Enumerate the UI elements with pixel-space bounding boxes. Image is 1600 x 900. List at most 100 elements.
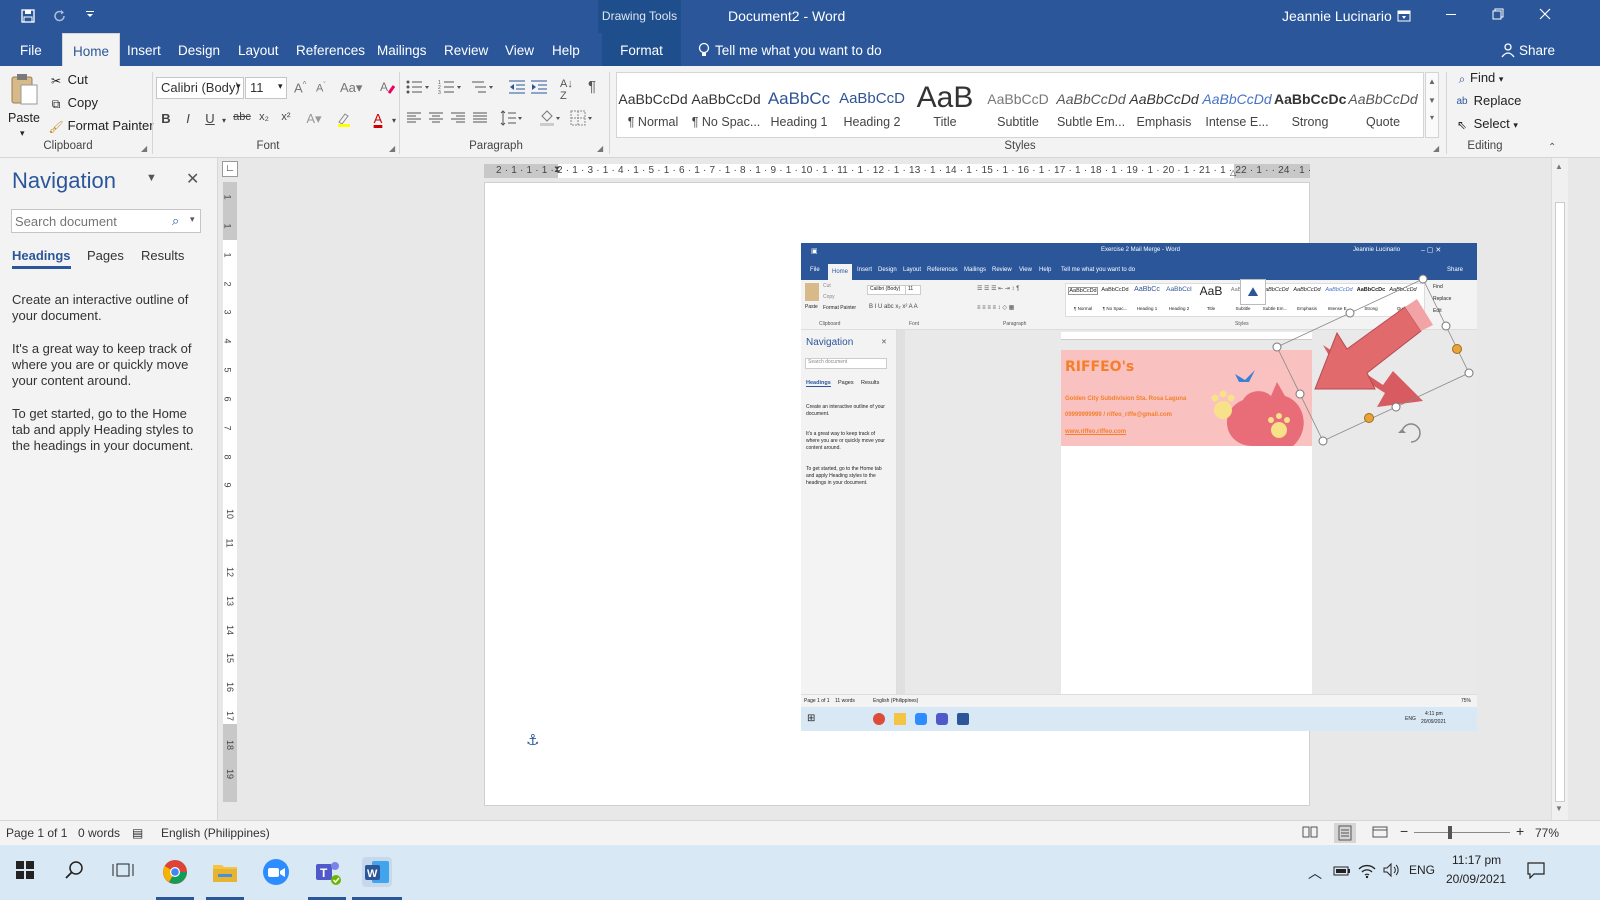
tab-review[interactable]: Review (434, 33, 498, 66)
search-options-dropdown-icon[interactable]: ▾ (190, 214, 195, 225)
tab-layout[interactable]: Layout (228, 33, 289, 66)
show-hidden-icons-icon[interactable]: ︿ (1308, 863, 1322, 883)
style-no-spacing[interactable]: AaBbCcDd ¶ No Spac... (690, 83, 762, 141)
font-color-dropdown-icon[interactable]: ▾ (384, 116, 404, 125)
chevron-down-icon[interactable]: ▼ (1426, 96, 1438, 105)
proofing-icon[interactable]: ▤ (132, 826, 143, 840)
tab-format[interactable]: Format (602, 33, 681, 66)
align-center-icon[interactable] (428, 111, 444, 128)
share-button[interactable]: Share (1509, 33, 1565, 66)
chevron-up-icon[interactable]: ▲ (1426, 77, 1438, 86)
document-page[interactable]: ⚓ Exercise 2 Mail Merge - Word Jeannie L… (484, 182, 1477, 806)
scroll-down-icon[interactable]: ▼ (1555, 804, 1563, 813)
battery-icon[interactable] (1333, 865, 1351, 880)
tab-headings[interactable]: Headings (12, 248, 71, 269)
minimize-icon[interactable] (1443, 8, 1459, 24)
right-indent-marker-icon[interactable]: △ (1230, 168, 1236, 177)
tab-file[interactable]: File (10, 33, 52, 66)
shading-icon[interactable] (538, 110, 562, 129)
font-size-dropdown-icon[interactable]: ▾ (278, 81, 283, 92)
windows-start-icon[interactable] (16, 861, 34, 882)
inserted-screenshot-image[interactable]: Exercise 2 Mail Merge - Word Jeannie Luc… (801, 243, 1477, 731)
tab-design[interactable]: Design (168, 33, 230, 66)
paste-button[interactable]: Paste (8, 72, 40, 132)
strikethrough-icon[interactable]: abc (232, 111, 252, 123)
style-normal[interactable]: AaBbCcDd ¶ Normal (617, 83, 689, 141)
search-document-field[interactable]: ⌕ ▾ (11, 209, 201, 233)
read-mode-icon[interactable] (1302, 826, 1318, 841)
font-name-dropdown-icon[interactable]: ▾ (236, 81, 241, 92)
style-heading-1[interactable]: AaBbCc Heading 1 (763, 83, 835, 141)
tab-view[interactable]: View (495, 33, 544, 66)
shrink-font-icon[interactable]: Aˇ (316, 82, 326, 95)
align-right-icon[interactable] (450, 111, 466, 128)
rotate-handle-icon[interactable] (1398, 423, 1421, 443)
chrome-icon[interactable] (160, 857, 190, 887)
clock-time[interactable]: 11:17 pm (1452, 853, 1501, 867)
tab-results[interactable]: Results (141, 248, 184, 263)
bold-icon[interactable]: B (156, 111, 176, 126)
word-count[interactable]: 0 words (78, 826, 120, 840)
zoom-out-icon[interactable]: − (1400, 823, 1408, 839)
resize-handle[interactable] (1418, 274, 1428, 284)
tab-references[interactable]: References (286, 33, 375, 66)
style-emphasis[interactable]: AaBbCcDd Emphasis (1128, 83, 1200, 141)
style-heading-2[interactable]: AaBbCcD Heading 2 (836, 83, 908, 141)
replace-button[interactable]: ab Replace (1454, 93, 1521, 110)
justify-icon[interactable] (472, 111, 488, 128)
style-intense-emphasis[interactable]: AaBbCcDd Intense E... (1201, 83, 1273, 141)
clipboard-launcher-icon[interactable]: ◢ (141, 144, 147, 153)
text-effects-icon[interactable]: A▾ (304, 111, 324, 127)
page-count[interactable]: Page 1 of 1 (6, 826, 67, 840)
teams-icon[interactable]: T (312, 857, 342, 887)
task-view-icon[interactable] (112, 860, 134, 883)
copy-button[interactable]: ⧉ Copy (48, 95, 98, 112)
zoom-app-icon[interactable] (261, 857, 291, 887)
tab-help[interactable]: Help (542, 33, 590, 66)
vertical-ruler[interactable]: ∟ 1 1 1 2 3 4 5 6 7 8 9 10 11 12 13 14 15 16 17 18 19 (219, 158, 241, 820)
search-icon[interactable]: ⌕ (172, 213, 179, 229)
zoom-slider-thumb[interactable] (1448, 826, 1452, 839)
bullets-icon[interactable] (406, 79, 432, 98)
line-spacing-icon[interactable] (500, 110, 524, 129)
resize-handle[interactable] (1345, 308, 1355, 318)
resize-handle[interactable] (1272, 342, 1282, 352)
vertical-scrollbar[interactable]: ▲ ▼ (1551, 158, 1568, 820)
wifi-icon[interactable] (1358, 863, 1376, 882)
cut-button[interactable]: ✂ Cut (48, 72, 88, 89)
save-icon[interactable] (20, 8, 36, 24)
scroll-up-icon[interactable]: ▲ (1555, 162, 1563, 171)
align-left-icon[interactable] (406, 111, 422, 128)
sort-icon[interactable]: A↓ Z (560, 78, 573, 102)
subscript-icon[interactable]: x₂ (254, 111, 274, 123)
more-styles-icon[interactable]: ▾ (1426, 113, 1438, 122)
customize-quick-access-icon[interactable] (82, 8, 98, 24)
style-title[interactable]: AaB Title (909, 83, 981, 141)
arrow-shape[interactable] (1271, 273, 1477, 463)
font-name-select[interactable]: Calibri (Body) (156, 77, 244, 99)
show-formatting-marks-icon[interactable]: ¶ (588, 78, 596, 95)
file-explorer-icon[interactable] (210, 857, 240, 887)
close-pane-icon[interactable]: ✕ (186, 169, 199, 189)
style-subtle-emphasis[interactable]: AaBbCcDd Subtle Em... (1055, 83, 1127, 141)
multilevel-list-icon[interactable] (470, 79, 496, 98)
resize-handle[interactable] (1464, 368, 1474, 378)
tab-mailings[interactable]: Mailings (367, 33, 437, 66)
volume-icon[interactable] (1382, 862, 1400, 881)
grow-font-icon[interactable]: A^ (294, 80, 306, 95)
clear-formatting-icon[interactable]: A (380, 79, 396, 98)
underline-dropdown-icon[interactable]: ▾ (214, 116, 234, 125)
styles-scroll[interactable]: ▲ ▼ ▾ (1425, 72, 1439, 138)
clock-date[interactable]: 20/09/2021 (1446, 872, 1506, 886)
style-quote[interactable]: AaBbCcDd Quote (1347, 83, 1419, 141)
resize-handle[interactable] (1391, 402, 1401, 412)
restore-icon[interactable] (1490, 8, 1506, 24)
adjust-handle[interactable] (1452, 344, 1462, 354)
input-language[interactable]: ENG (1409, 863, 1435, 877)
resize-handle[interactable] (1295, 389, 1305, 399)
tab-pages[interactable]: Pages (87, 248, 124, 263)
paste-dropdown-icon[interactable]: ▾ (20, 128, 25, 139)
find-button[interactable]: ⌕ Find ▾ (1454, 70, 1504, 87)
highlight-icon[interactable] (336, 111, 356, 130)
decrease-indent-icon[interactable] (508, 79, 526, 98)
